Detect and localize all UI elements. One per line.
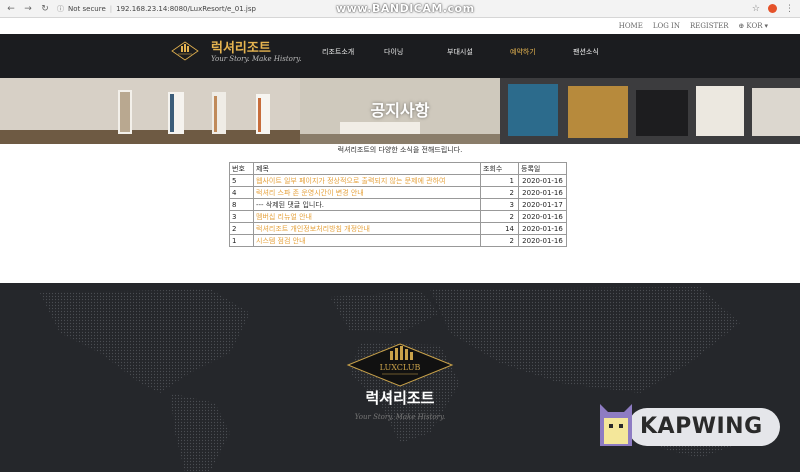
security-label: Not secure <box>68 4 106 13</box>
star-icon[interactable]: ☆ <box>752 4 760 14</box>
column-title: 제목 <box>253 162 481 175</box>
table-row[interactable]: 8 --- 삭제된 댓글 입니다. 3 2020-01-17 <box>229 198 567 211</box>
notice-table: 번호 제목 조회수 등록일 5 웹사이트 일부 페이지가 정상적으로 출력되지 … <box>229 162 567 247</box>
login-link[interactable]: LOG IN <box>653 22 680 30</box>
kapwing-mascot-icon <box>600 404 632 446</box>
row-views: 1 <box>480 174 519 187</box>
table-row[interactable]: 5 웹사이트 일부 페이지가 정상적으로 출력되지 않는 문제에 관하여 1 2… <box>229 174 567 187</box>
row-views: 2 <box>480 210 519 223</box>
row-number: 8 <box>229 198 254 211</box>
table-row[interactable]: 1 시스템 점검 안내 2 2020-01-16 <box>229 234 567 247</box>
row-title-deleted[interactable]: --- 삭제된 댓글 입니다. <box>253 198 481 211</box>
back-icon[interactable]: ← <box>6 4 16 14</box>
menu-item-pension-news[interactable]: 팬션소식 <box>573 47 599 57</box>
row-date: 2020-01-16 <box>518 234 567 247</box>
row-views: 2 <box>480 186 519 199</box>
hero-banner: 공지사항 <box>0 78 800 144</box>
notice-intro: 럭셔리조트의 다양한 소식을 전해드립니다. <box>337 146 463 154</box>
page-title: 공지사항 <box>370 101 430 120</box>
menu-kebab-icon[interactable]: ⋮ <box>785 4 794 14</box>
info-icon[interactable]: ⓘ <box>57 4 64 14</box>
row-views: 3 <box>480 198 519 211</box>
language-select[interactable]: ⊕ KOR ▾ <box>739 22 768 30</box>
row-date: 2020-01-16 <box>518 174 567 187</box>
row-number: 1 <box>229 234 254 247</box>
row-date: 2020-01-16 <box>518 210 567 223</box>
table-row[interactable]: 3 멤버십 리뉴얼 안내 2 2020-01-16 <box>229 210 567 223</box>
chevron-down-icon: ▾ <box>764 22 768 30</box>
register-link[interactable]: REGISTER <box>690 22 729 30</box>
notice-section: 럭셔리조트의 다양한 소식을 전해드립니다. 번호 제목 조회수 등록일 5 웹… <box>0 144 800 282</box>
menu-item-resort-intro[interactable]: 리조트소개 <box>322 47 354 57</box>
table-header-row: 번호 제목 조회수 등록일 <box>229 162 567 175</box>
recorder-watermark: www.BANDICAM.com <box>336 2 475 15</box>
menu-item-dining[interactable]: 다이닝 <box>384 47 403 57</box>
row-number: 4 <box>229 186 254 199</box>
row-date: 2020-01-16 <box>518 222 567 235</box>
menu-item-reservation[interactable]: 예약하기 <box>510 47 536 57</box>
extension-icon[interactable] <box>768 4 777 13</box>
menu-item-facilities[interactable]: 부대시설 <box>447 47 473 57</box>
row-date: 2020-01-16 <box>518 186 567 199</box>
column-number: 번호 <box>229 162 254 175</box>
table-row[interactable]: 2 럭셔리조트 개인정보처리방침 개정안내 14 2020-01-16 <box>229 222 567 235</box>
row-views: 2 <box>480 234 519 247</box>
home-link[interactable]: HOME <box>619 22 643 30</box>
row-title-link[interactable]: 럭셔리조트 개인정보처리방침 개정안내 <box>253 222 481 235</box>
footer-logo-text: LUXCLUB <box>380 363 421 372</box>
address-bar[interactable]: ⓘ Not secure | 192.168.23.14:8080/LuxRes… <box>57 4 256 14</box>
row-date: 2020-01-17 <box>518 198 567 211</box>
url-text[interactable]: 192.168.23.14:8080/LuxResort/e_01.jsp <box>116 5 256 13</box>
site-header: 럭셔리조트 Your Story. Make History. 리조트소개 다이… <box>0 34 800 78</box>
utility-nav: HOME LOG IN REGISTER ⊕ KOR ▾ <box>0 18 800 34</box>
globe-icon: ⊕ <box>738 22 745 30</box>
row-title-link[interactable]: 웹사이트 일부 페이지가 정상적으로 출력되지 않는 문제에 관하여 <box>253 174 481 187</box>
resort-logo-icon[interactable] <box>170 40 200 62</box>
row-number: 5 <box>229 174 254 187</box>
brand-tagline: Your Story. Make History. <box>211 55 302 63</box>
table-row[interactable]: 4 럭셔리 스파 존 운영시간이 변경 안내 2 2020-01-16 <box>229 186 567 199</box>
column-date: 등록일 <box>518 162 567 175</box>
forward-icon[interactable]: → <box>23 4 33 14</box>
row-title-link[interactable]: 시스템 점검 안내 <box>253 234 481 247</box>
row-number: 3 <box>229 210 254 223</box>
language-label: KOR <box>746 22 763 30</box>
row-title-link[interactable]: 럭셔리 스파 존 운영시간이 변경 안내 <box>253 186 481 199</box>
watermark-text: KAPWING <box>640 414 763 439</box>
footer-logo-icon[interactable]: LUXCLUB <box>346 343 454 387</box>
kapwing-watermark: KAPWING <box>598 400 780 448</box>
row-views: 14 <box>480 222 519 235</box>
column-views: 조회수 <box>480 162 519 175</box>
row-number: 2 <box>229 222 254 235</box>
row-title-link[interactable]: 멤버십 리뉴얼 안내 <box>253 210 481 223</box>
brand-name[interactable]: 럭셔리조트 <box>211 37 271 56</box>
reload-icon[interactable]: ↻ <box>40 4 50 14</box>
